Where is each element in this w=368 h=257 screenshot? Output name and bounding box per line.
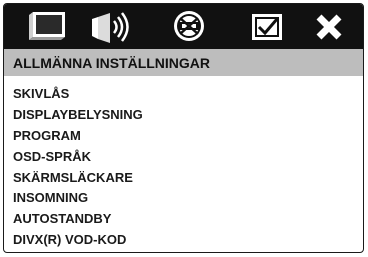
menu-item-auto-standby[interactable]: AUTOSTANDBY: [13, 209, 143, 230]
menu-item-osd-language[interactable]: OSD-SPRÅK: [13, 147, 143, 168]
menu-item-divx-vod-code[interactable]: DIVX(R) VOD-KOD: [13, 230, 143, 251]
menu-item-sleep-timer[interactable]: INSOMNING: [13, 188, 143, 209]
menu-item-program[interactable]: PROGRAM: [13, 126, 143, 147]
menu-item-disc-lock[interactable]: SKIVLÅS: [13, 84, 143, 105]
section-title: ALLMÄNNA INSTÄLLNINGAR: [13, 55, 211, 71]
menu-item-display-dim[interactable]: DISPLAYBELYSNING: [13, 105, 143, 126]
section-header: ALLMÄNNA INSTÄLLNINGAR: [4, 49, 363, 76]
settings-menu: SKIVLÅS DISPLAYBELYSNING PROGRAM OSD-SPR…: [13, 84, 143, 251]
tab-general-setup[interactable]: [22, 7, 72, 47]
tab-audio-setup[interactable]: [86, 7, 136, 47]
close-icon: [312, 10, 346, 44]
tab-bar: [4, 4, 363, 49]
menu-item-screen-saver[interactable]: SKÄRMSLÄCKARE: [13, 168, 143, 189]
tab-exit[interactable]: [305, 7, 353, 47]
tv-screen-icon: [25, 9, 69, 45]
setup-menu-panel: ALLMÄNNA INSTÄLLNINGAR SKIVLÅS DISPLAYBE…: [3, 3, 364, 253]
speaker-sound-icon: [88, 9, 134, 45]
checked-box-icon: [247, 9, 287, 45]
tab-video-setup[interactable]: [164, 7, 214, 47]
disc-settings-icon: [169, 9, 209, 45]
tab-preference-setup[interactable]: [242, 7, 292, 47]
